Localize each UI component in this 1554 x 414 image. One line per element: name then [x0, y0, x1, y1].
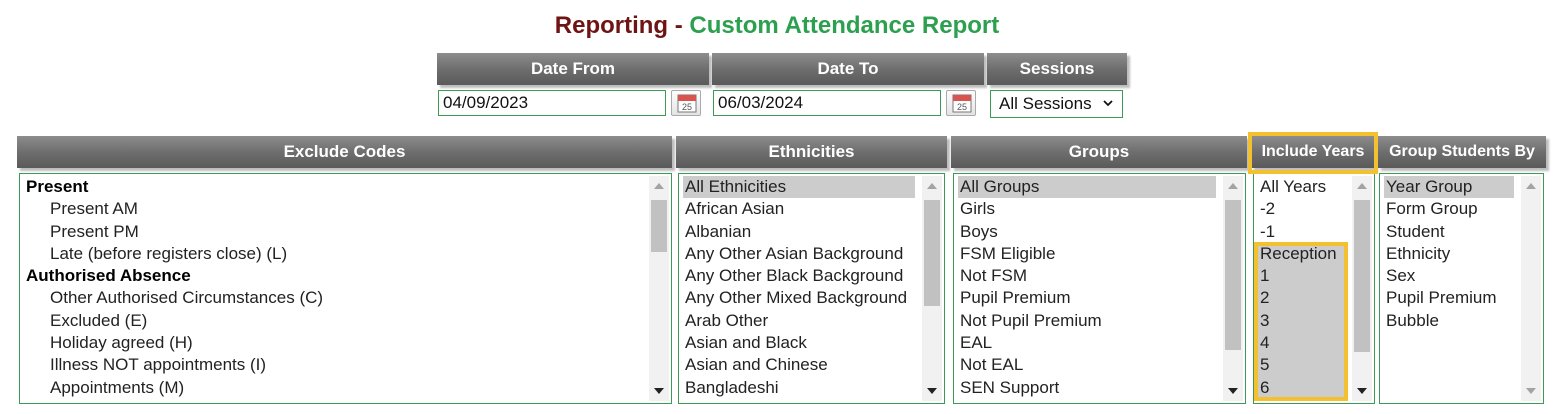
include-years-scrollbar[interactable] [1352, 176, 1372, 401]
groups-list[interactable]: All Groups Girls Boys FSM Eligible Not FSM Pu… [953, 173, 1246, 404]
list-item[interactable]: SEN Support [958, 377, 1216, 399]
list-item[interactable]: -1 [1258, 221, 1344, 243]
sessions-select[interactable]: All Sessions [990, 90, 1123, 118]
list-item[interactable]: Any Other Black Background [683, 265, 915, 287]
list-item[interactable]: Student [1384, 221, 1514, 243]
calendar-icon: 25 [952, 94, 972, 113]
list-item[interactable]: EAL [958, 332, 1216, 354]
scroll-down-icon[interactable] [1526, 388, 1536, 394]
list-item[interactable]: FSM Eligible [958, 243, 1216, 265]
list-item[interactable]: Not FSM [958, 265, 1216, 287]
list-item[interactable]: Pupil Premium [958, 287, 1216, 309]
list-item[interactable]: All Years [1258, 176, 1344, 198]
date-to-header: Date To [712, 53, 984, 85]
ethnicities-scrollbar[interactable] [922, 176, 942, 401]
scroll-down-icon[interactable] [654, 388, 664, 394]
include-years-list[interactable]: All Years -2 -1 Reception 1 2 3 4 5 6 [1253, 173, 1375, 404]
chevron-down-icon [1103, 100, 1113, 107]
scroll-up-icon[interactable] [1357, 183, 1367, 189]
list-item[interactable]: Asian and Black [683, 332, 915, 354]
list-item[interactable]: Holiday agreed (H) [24, 332, 647, 354]
list-item[interactable]: Appointments (M) [24, 377, 647, 399]
list-item[interactable]: Present AM [24, 198, 647, 220]
list-item[interactable]: Bangladeshi [683, 377, 915, 399]
list-item[interactable]: Present [24, 176, 647, 198]
list-item[interactable]: Excluded (E) [24, 310, 647, 332]
list-item[interactable]: Girls [958, 198, 1216, 220]
list-item[interactable]: African Asian [683, 198, 915, 220]
sessions-select-value: All Sessions [999, 94, 1092, 113]
list-item[interactable]: Arab Other [683, 310, 915, 332]
list-item[interactable]: -2 [1258, 198, 1344, 220]
date-to-calendar-button[interactable]: 25 [946, 90, 976, 116]
scroll-up-icon[interactable] [654, 183, 664, 189]
list-item[interactable]: Other Authorised Circumstances (C) [24, 287, 647, 309]
list-item[interactable]: Not Pupil Premium [958, 310, 1216, 332]
page-title: Reporting - Custom Attendance Report [0, 12, 1554, 40]
list-item[interactable]: Present PM [24, 221, 647, 243]
list-item[interactable]: Not EAL [958, 354, 1216, 376]
date-from-header: Date From [437, 53, 709, 85]
calendar-day: 25 [957, 102, 967, 112]
list-item[interactable]: Reception [1258, 242, 1344, 266]
list-item[interactable]: Year Group [1384, 176, 1514, 199]
date-from-calendar-button[interactable]: 25 [671, 90, 701, 116]
list-item[interactable]: Late (before registers close) (L) [24, 243, 647, 265]
scroll-up-icon[interactable] [1526, 183, 1536, 189]
scroll-thumb[interactable] [1354, 200, 1370, 352]
list-item[interactable]: Albanian [683, 221, 915, 243]
date-from-input[interactable]: 04/09/2023 [438, 90, 666, 116]
list-item[interactable]: Any Other Asian Background [683, 243, 915, 265]
list-item[interactable]: 4 [1258, 332, 1344, 355]
group-students-by-list[interactable]: Year Group Form Group Student Ethnicity Sex P… [1379, 173, 1544, 404]
list-item[interactable]: All Groups [958, 176, 1216, 199]
list-item[interactable]: Sex [1384, 265, 1514, 287]
calendar-day: 25 [682, 102, 692, 112]
list-item[interactable]: Authorised Absence [24, 265, 647, 287]
scroll-up-icon[interactable] [927, 183, 937, 189]
group-students-by-scrollbar[interactable] [1521, 176, 1541, 401]
date-to-input[interactable]: 06/03/2024 [713, 90, 941, 116]
scroll-thumb[interactable] [924, 200, 940, 306]
list-item[interactable]: Boys [958, 221, 1216, 243]
list-item[interactable]: Bubble [1384, 310, 1514, 332]
scroll-down-icon[interactable] [1228, 388, 1238, 394]
include-years-header: Include Years [1251, 136, 1375, 168]
ethnicities-header: Ethnicities [676, 136, 947, 168]
exclude-codes-list[interactable]: Present Present AM Present PM Late (before … [19, 173, 672, 404]
list-item[interactable]: 3 [1258, 309, 1344, 333]
ethnicities-list[interactable]: All Ethnicities African Asian Albanian Any … [678, 173, 945, 404]
group-students-by-header: Group Students By [1378, 136, 1546, 168]
exclude-codes-header: Exclude Codes [17, 136, 672, 168]
list-item[interactable]: Pupil Premium [1384, 287, 1514, 309]
groups-scrollbar[interactable] [1223, 176, 1243, 401]
groups-header: Groups [951, 136, 1247, 168]
list-item[interactable]: 1 [1258, 265, 1344, 288]
scroll-thumb[interactable] [651, 200, 667, 252]
sessions-header: Sessions [987, 53, 1127, 85]
list-item[interactable]: Any Other Mixed Background [683, 287, 915, 309]
calendar-icon: 25 [677, 94, 697, 113]
title-prefix: Reporting - [554, 12, 690, 39]
list-item[interactable]: 2 [1258, 287, 1344, 310]
list-item[interactable]: Form Group [1384, 198, 1514, 220]
list-item[interactable]: All Ethnicities [683, 176, 915, 199]
scroll-up-icon[interactable] [1228, 183, 1238, 189]
scroll-down-icon[interactable] [927, 388, 937, 394]
list-item[interactable]: 5 [1258, 354, 1344, 377]
title-main: Custom Attendance Report [689, 12, 1000, 39]
scroll-down-icon[interactable] [1357, 388, 1367, 394]
list-item[interactable]: Illness NOT appointments (I) [24, 354, 647, 376]
scroll-thumb[interactable] [1225, 200, 1241, 350]
list-item[interactable]: 6 [1258, 376, 1344, 399]
exclude-codes-scrollbar[interactable] [649, 176, 669, 401]
list-item[interactable]: Asian and Chinese [683, 354, 915, 376]
list-item[interactable]: Ethnicity [1384, 243, 1514, 265]
